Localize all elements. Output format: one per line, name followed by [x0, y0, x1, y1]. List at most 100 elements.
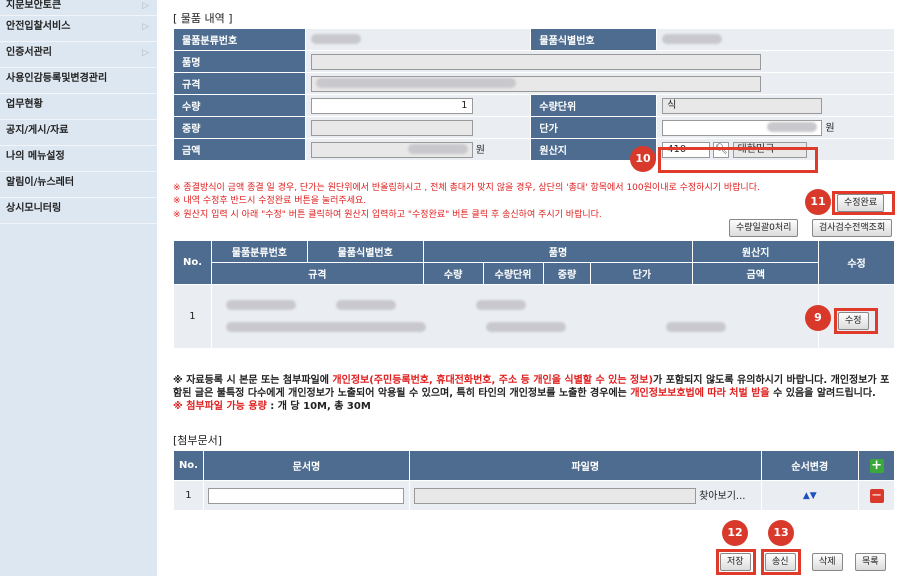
col-edit: 수정: [818, 240, 895, 285]
sidebar-item-label: 알림이/뉴스레터: [6, 177, 75, 188]
col-price: 단가: [590, 262, 694, 285]
amount-field: [310, 142, 473, 158]
item-list-table: No. 물품분류번호 물품식별번호 품명 원산지 수정 규격 수량 수량단위 중…: [173, 240, 895, 349]
col-qty: 수량: [422, 262, 484, 285]
sidebar-item-label: 업무현황: [6, 99, 43, 110]
highlight-origin: [658, 147, 818, 173]
redacted-value: [225, 300, 296, 310]
attach-remove-cell: −: [858, 480, 895, 511]
attach-capacity-label: ※ 첨부파일 가능 용량: [173, 401, 267, 412]
highlight-save: [716, 549, 756, 575]
attach-file-cell: 찾아보기...: [408, 480, 762, 511]
attach-col-doc: 문서명: [202, 450, 410, 481]
weight-cell: [304, 116, 532, 139]
attach-row: 1 찾아보기... ▲▼ −: [173, 480, 895, 511]
row-no: 1: [173, 284, 212, 349]
redacted-value: [315, 77, 516, 88]
add-row-icon[interactable]: +: [869, 458, 884, 473]
attach-col-order: 순서변경: [760, 450, 860, 481]
col-class-no: 물품분류번호: [210, 240, 308, 263]
class-no-value: [304, 28, 532, 51]
col-weight: 중량: [542, 262, 592, 285]
find-file-button[interactable]: 찾아보기...: [699, 491, 745, 502]
chevron-right-icon: ▷: [142, 48, 149, 58]
unit-cell: 식: [656, 94, 895, 117]
label-spec: 규격: [173, 72, 306, 95]
chevron-right-icon: ▷: [142, 1, 149, 11]
sidebar-item-certificate[interactable]: 인증서관리 ▷: [0, 42, 157, 68]
attach-col-add: +: [858, 450, 895, 481]
col-id-no: 물품식별번호: [306, 240, 424, 263]
redacted-value: [475, 300, 526, 310]
attach-col-no: No.: [173, 450, 204, 481]
inspect-button[interactable]: 검사검수전액조회: [812, 219, 893, 237]
table-row: 1: [173, 284, 895, 349]
qty-zero-button[interactable]: 수량일괄0처리: [729, 219, 799, 237]
sidebar-item-label: 사용인감등록및변경관리: [6, 73, 108, 84]
label-weight: 중량: [173, 116, 306, 139]
sidebar-item-monitoring[interactable]: 상시모니터링: [0, 198, 157, 224]
privacy-text-2: 개인정보(주민등록번호, 휴대전화번호, 주소 등 개인을 식별할 수 있는 정…: [332, 375, 654, 386]
privacy-text-4: 개인정보보호법에 따라 처벌 받을: [630, 388, 770, 399]
sidebar-item-label: 안전입찰서비스: [6, 21, 71, 32]
highlight-edit-done: [832, 191, 895, 215]
unit-field: 식: [662, 97, 823, 114]
step-badge-10: 10: [630, 146, 656, 172]
sidebar-item-seal[interactable]: 사용인감등록및변경관리: [0, 68, 157, 94]
price-unit: 원: [825, 123, 835, 134]
remove-row-icon[interactable]: −: [869, 488, 884, 503]
chevron-right-icon: ▷: [142, 22, 149, 32]
spec-value: [304, 72, 896, 95]
label-name: 품명: [173, 50, 306, 73]
amount-cell: 원: [304, 138, 532, 161]
notice-save-edit: ※ 내역 수정후 반드시 수정완료 버튼을 눌러주세요.: [173, 196, 367, 206]
col-unit: 수량단위: [482, 262, 544, 285]
step-badge-11: 11: [805, 189, 831, 215]
qty-input[interactable]: 1: [310, 97, 473, 114]
list-button[interactable]: 목록: [855, 553, 886, 571]
sidebar-item-fingerprint-token[interactable]: 지문보안토큰 ▷: [0, 0, 157, 16]
attach-table: No. 문서명 파일명 순서변경 + 1 찾아보기... ▲▼ −: [173, 450, 895, 511]
price-input[interactable]: [662, 120, 823, 136]
sidebar-item-safe-bid[interactable]: 안전입찰서비스 ▷: [0, 16, 157, 42]
sidebar-item-label: 지문보안토큰: [6, 0, 62, 11]
name-field: [310, 53, 761, 70]
item-section-title: [ 물품 내역 ]: [173, 12, 233, 25]
step-badge-13: 13: [768, 520, 794, 546]
highlight-send: [761, 549, 801, 575]
name-value: [304, 50, 896, 73]
attach-row-no: 1: [173, 480, 204, 511]
redacted-value: [767, 122, 818, 132]
step-badge-12: 12: [722, 520, 748, 546]
sidebar-item-my-menu[interactable]: 나의 메뉴설정: [0, 146, 157, 172]
sidebar-item-label: 인증서관리: [6, 47, 52, 58]
notice-rounding: ※ 종결방식이 금액 종결 일 경우, 단가는 원단위에서 반올림하시고 , 전…: [173, 183, 760, 193]
redacted-value: [485, 322, 566, 332]
attach-col-file: 파일명: [408, 450, 762, 481]
amount-unit: 원: [475, 145, 485, 156]
price-cell: 원: [656, 116, 895, 139]
label-qty: 수량: [173, 94, 306, 117]
sidebar-item-label: 상시모니터링: [6, 203, 62, 214]
col-origin: 원산지: [692, 240, 820, 263]
col-amount: 금액: [692, 262, 820, 285]
attach-doc-cell: [202, 480, 410, 511]
label-price: 단가: [530, 116, 658, 139]
col-spec: 규격: [210, 262, 424, 285]
delete-button[interactable]: 삭제: [812, 553, 843, 571]
privacy-text-1: ※ 자료등록 시 본문 또는 첨부파일에: [173, 375, 333, 386]
redacted-value: [407, 144, 468, 154]
privacy-notice: ※ 자료등록 시 본문 또는 첨부파일에 개인정보(주민등록번호, 휴대전화번호…: [173, 374, 895, 413]
item-detail-table: 물품분류번호 물품식별번호 품명 규격 수량 1 수량단위 식 중량 단가 원 …: [173, 28, 896, 161]
order-arrows-icon[interactable]: ▲▼: [760, 480, 860, 511]
sidebar-item-status[interactable]: 업무현황: [0, 94, 157, 120]
col-name: 품명: [422, 240, 694, 263]
col-no: No.: [173, 240, 212, 285]
redacted-value: [310, 34, 361, 44]
sidebar-item-newsletter[interactable]: 알림이/뉴스레터: [0, 172, 157, 198]
step-badge-9: 9: [805, 305, 831, 331]
id-no-value: [656, 28, 895, 51]
highlight-edit: [834, 308, 878, 334]
sidebar-item-board[interactable]: 공지/게시/자료: [0, 120, 157, 146]
doc-name-input[interactable]: [207, 487, 404, 504]
